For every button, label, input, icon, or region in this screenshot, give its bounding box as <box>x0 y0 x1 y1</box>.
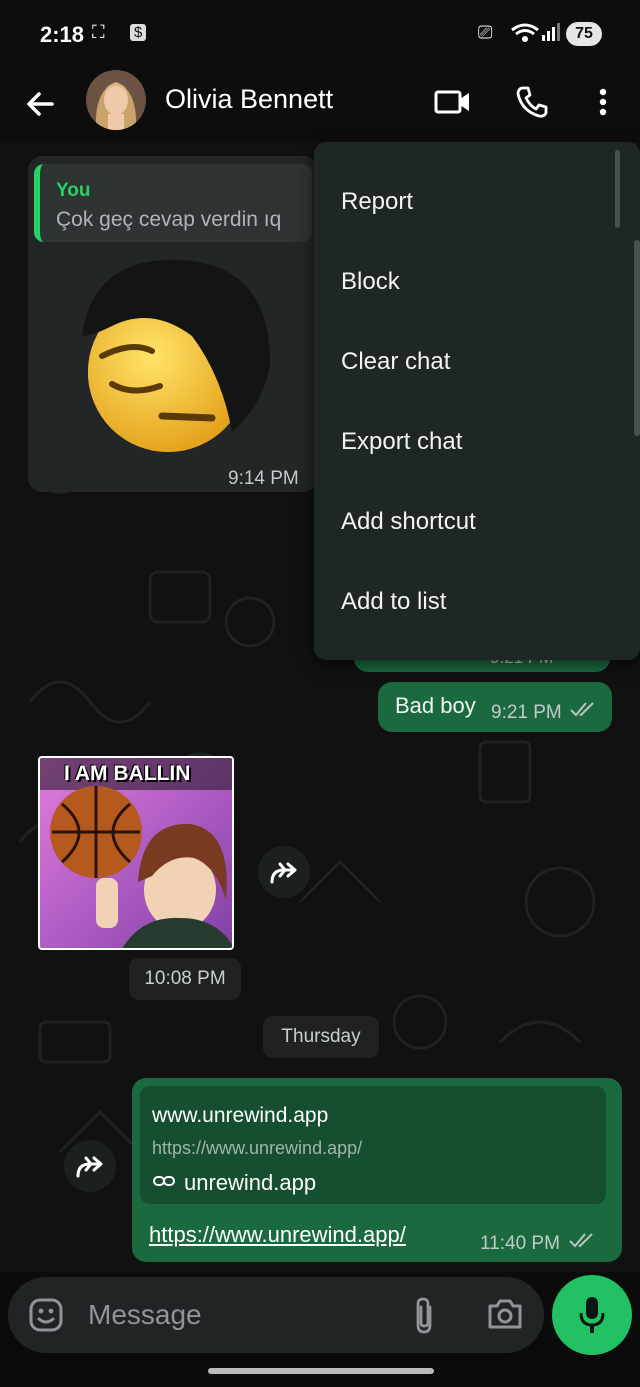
phone-icon[interactable] <box>514 84 550 125</box>
payment-icon: $ <box>130 24 147 41</box>
quote-author: You <box>56 180 91 201</box>
link-text[interactable]: https://www.unrewind.app/ <box>149 1222 406 1248</box>
emoji-icon[interactable] <box>28 1297 64 1338</box>
avatar[interactable] <box>86 70 146 130</box>
arrow-back-icon[interactable] <box>22 86 58 127</box>
quote-text: Çok geç cevap verdin ıq <box>56 208 282 231</box>
forward-button[interactable] <box>64 1140 116 1192</box>
outgoing-message-bubble[interactable]: Bad boy 9:21 PM <box>378 682 612 732</box>
day-divider: Thursday <box>263 1016 379 1058</box>
forward-icon <box>268 860 300 889</box>
link-preview-url: https://www.unrewind.app/ <box>152 1138 363 1158</box>
link-preview-domain: unrewind.app <box>184 1170 317 1195</box>
menu-item-add-shortcut[interactable]: Add shortcut <box>341 508 476 536</box>
link-preview-title: www.unrewind.app <box>152 1104 329 1127</box>
menu-item-block[interactable]: Block <box>341 268 400 296</box>
battery-indicator: 75 <box>566 22 602 46</box>
message-composer[interactable]: Message <box>8 1277 544 1353</box>
status-time: 2:18 <box>40 22 85 47</box>
screenshot-icon: ⛶ <box>92 22 105 42</box>
outgoing-link-bubble[interactable]: www.unrewind.app https://www.unrewind.ap… <box>132 1078 622 1262</box>
wifi-icon <box>510 22 540 49</box>
menu-item-export-chat[interactable]: Export chat <box>341 428 462 456</box>
message-text: Bad boy <box>395 693 476 718</box>
forward-icon <box>74 1154 106 1183</box>
forward-button[interactable] <box>258 846 310 898</box>
mic-button[interactable] <box>552 1275 632 1355</box>
double-check-icon <box>568 1231 596 1254</box>
attach-icon[interactable] <box>412 1295 436 1340</box>
message-time: 11:40 PM <box>480 1233 560 1254</box>
menu-item-add-to-list[interactable]: Add to list <box>341 588 446 616</box>
chat-header: Olivia Bennett <box>0 70 640 142</box>
link-preview-card[interactable]: www.unrewind.app https://www.unrewind.ap… <box>140 1086 606 1204</box>
sticker-caption: I AM BALLIN <box>64 762 191 785</box>
ballin-sticker[interactable]: I AM BALLIN <box>38 756 234 950</box>
incoming-sticker-bubble[interactable]: You Çok geç cevap verdin ıq 9:14 PM <box>28 156 318 492</box>
menu-item-clear-chat[interactable]: Clear chat <box>341 348 450 376</box>
status-bar: 2:18 ⛶ $ ⎚ 75 <box>0 0 640 70</box>
gesture-nav-bar[interactable] <box>208 1368 434 1374</box>
sad-emoji-sticker[interactable] <box>72 256 272 461</box>
camera-icon[interactable] <box>486 1297 524 1336</box>
message-input[interactable]: Message <box>88 1299 202 1331</box>
menu-item-report[interactable]: Report <box>341 188 413 216</box>
chat-scrollbar[interactable] <box>634 240 640 436</box>
contact-name[interactable]: Olivia Bennett <box>165 84 333 115</box>
more-vert-icon[interactable] <box>596 84 610 125</box>
message-time: 9:14 PM <box>228 468 299 489</box>
video-call-icon[interactable] <box>434 84 472 125</box>
signal-icon <box>540 22 560 47</box>
overflow-menu: Report Block Clear chat Export chat Add … <box>314 142 640 660</box>
quoted-reply[interactable]: You Çok geç cevap verdin ıq <box>34 164 312 242</box>
menu-scrollbar[interactable] <box>615 150 620 228</box>
cast-icon: ⎚ <box>478 22 493 42</box>
link-icon <box>152 1172 176 1195</box>
message-time-pill: 10:08 PM <box>129 958 241 1000</box>
mic-icon <box>579 1295 605 1340</box>
message-time: 9:21 PM <box>491 702 562 723</box>
double-check-icon <box>569 700 597 723</box>
